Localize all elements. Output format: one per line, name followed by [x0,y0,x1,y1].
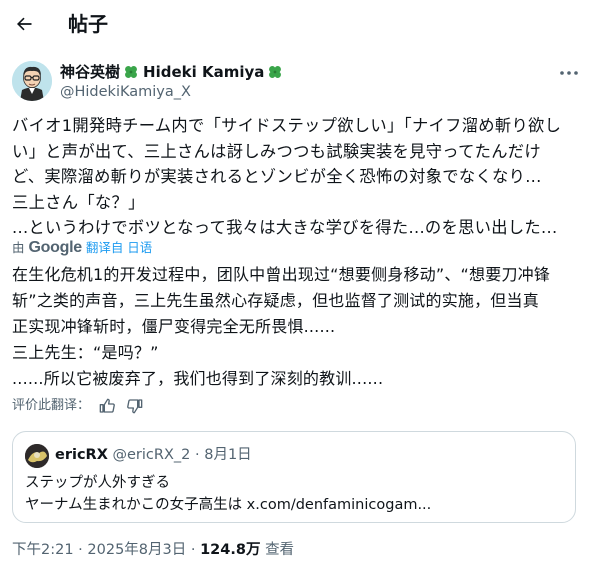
translated-by-label: 由 [12,240,25,255]
author-name-jp: 神谷英樹 [60,63,121,81]
post-date[interactable]: 2025年8月3日 [87,542,186,558]
quoted-post-date: 8月1日 [204,447,252,463]
rate-translation: 评价此翻译： [12,396,146,416]
google-logo: Google [28,239,83,256]
author-avatar[interactable] [12,61,52,101]
thumbs-down-icon[interactable] [124,396,146,416]
page-title: 帖子 [68,12,108,36]
post-metadata: 下午2:21 · 2025年8月3日 · 124.8万 查看 [12,540,294,560]
author-name-en: Hideki Kamiya [143,63,265,81]
post-time[interactable]: 下午2:21 [12,542,74,558]
rate-translation-label: 评价此翻译： [12,398,91,413]
clover-icon [122,63,140,81]
more-options-icon[interactable] [558,64,580,82]
translation-attribution: 由 Google 翻译自 日语 [12,239,152,257]
quoted-post-text: ステップが人外すぎる ヤーナム生まれかこの女子高生は x.com/denfami… [25,475,432,513]
thumbs-up-icon[interactable] [96,396,118,416]
quoted-post-card[interactable]: ericRX @ericRX_2 · 8月1日 ステップが人外すぎる ヤーナム生… [12,431,576,523]
view-label: 查看 [265,542,295,558]
quoted-post-header: ericRX @ericRX_2 · 8月1日 [55,445,252,465]
quoted-author-avatar [25,444,49,468]
post-translated-text: 在生化危机1的开发过程中，团队中曾出现过“想要侧身移动”、“想要刀冲锋 斩”之类… [12,265,551,388]
quoted-separator: · [195,447,200,463]
back-arrow-icon[interactable] [10,10,38,38]
translated-from-link[interactable]: 翻译自 日语 [86,239,152,257]
metadata-separator: · [78,542,83,558]
author-handle[interactable]: @HidekiKamiya_X [60,82,191,102]
metadata-separator: · [190,542,196,558]
quoted-author-name: ericRX [55,447,108,463]
quoted-author-handle: @ericRX_2 [112,447,191,463]
clover-icon [266,63,284,81]
post-original-text: バイオ1開発時チーム内で「サイドステップ欲しい」「ナイフ溜め斬り欲し い」と声が… [12,116,562,237]
view-count: 124.8万 [200,542,261,558]
top-bar: 帖子 [0,0,594,50]
author-name[interactable]: 神谷英樹 Hideki Kamiya [60,62,284,82]
